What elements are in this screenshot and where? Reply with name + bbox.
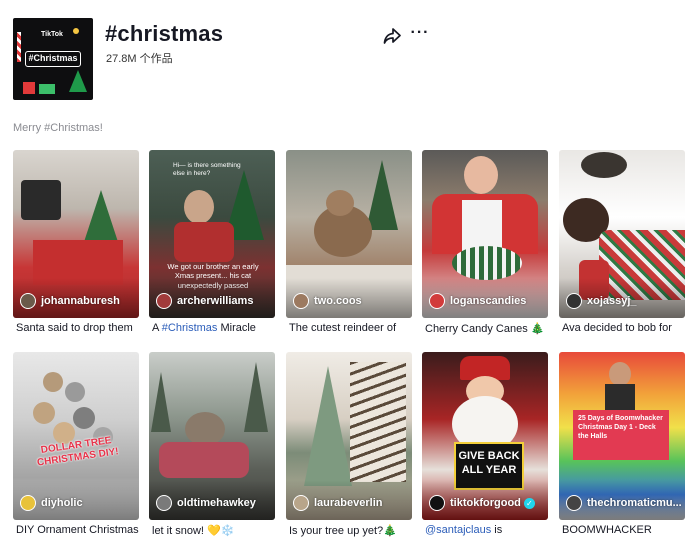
video-author[interactable]: tiktokforgood ✓ [429, 494, 535, 512]
share-icon [383, 28, 401, 44]
caption-text: A [152, 322, 162, 334]
author-avatar [566, 495, 582, 511]
author-name: thechromaticmu... [587, 497, 682, 509]
caption-hashtag[interactable]: #Christmas [162, 322, 218, 334]
video-overlay-text: 25 Days of Boomwhacker Christmas Day 1 -… [578, 415, 663, 441]
gift-icon [39, 84, 55, 94]
video-caption[interactable]: let it snow! 💛❄️ [152, 524, 278, 537]
author-name: tiktokforgood [450, 497, 521, 509]
video-overlay-text: DOLLAR TREE CHRISTMAS DIY! [36, 435, 120, 469]
video-thumbnail[interactable]: two.coos [286, 150, 412, 318]
video-author[interactable]: xojassyj_ [566, 292, 637, 310]
author-name: two.coos [314, 295, 362, 307]
hashtag-title: #christmas [105, 21, 224, 46]
ornament-icon [73, 28, 79, 34]
author-avatar [20, 293, 36, 309]
video-caption[interactable]: DIY Ornament Christmas [16, 524, 142, 536]
author-name: oldtimehawkey [177, 497, 256, 509]
author-name: laurabeverlin [314, 497, 383, 509]
video-thumbnail[interactable]: oldtimehawkey [149, 352, 275, 520]
video-author[interactable]: archerwilliams [156, 292, 253, 310]
video-thumbnail[interactable]: 25 Days of Boomwhacker Christmas Day 1 -… [559, 352, 685, 520]
video-caption[interactable]: The cutest reindeer of [289, 322, 415, 334]
video-caption[interactable]: Is your tree up yet?🎄 [289, 524, 415, 537]
video-thumbnail[interactable]: johannaburesh [13, 150, 139, 318]
video-caption[interactable]: Ava decided to bob for [562, 322, 688, 334]
video-author[interactable]: oldtimehawkey [156, 494, 256, 512]
author-avatar [429, 293, 445, 309]
video-author[interactable]: thechromaticmu... [566, 494, 682, 512]
video-author[interactable]: diyholic [20, 494, 83, 512]
author-name: johannaburesh [41, 295, 120, 307]
video-thumbnail[interactable]: GIVE BACK ALL YEAR tiktokforgood ✓ [422, 352, 548, 520]
video-caption[interactable]: Santa said to drop them [16, 322, 142, 334]
video-caption[interactable]: BOOMWHACKER [562, 524, 688, 536]
author-name: archerwilliams [177, 295, 254, 307]
author-avatar [429, 495, 445, 511]
gift-icon [23, 82, 35, 94]
author-avatar [156, 495, 172, 511]
more-button[interactable]: ··· [409, 25, 431, 46]
video-thumbnail[interactable]: xojassyj_ [559, 150, 685, 318]
video-caption[interactable]: Cherry Candy Canes 🎄 [425, 322, 551, 335]
tiktok-logo: TikTok [41, 31, 63, 38]
video-thumbnail[interactable]: laurabeverlin [286, 352, 412, 520]
candy-cane-icon [17, 32, 21, 62]
share-button[interactable] [382, 26, 402, 46]
video-thumbnail[interactable]: DOLLAR TREE CHRISTMAS DIY! diyholic [13, 352, 139, 520]
author-name: loganscandies [450, 295, 527, 307]
video-author[interactable]: johannaburesh [20, 292, 120, 310]
hashtag-description: Merry #Christmas! [13, 122, 103, 134]
author-avatar [20, 495, 36, 511]
video-overlay-text: GIVE BACK ALL YEAR [458, 450, 520, 476]
author-name: diyholic [41, 497, 83, 509]
author-name: xojassyj_ [587, 295, 637, 307]
video-count: 27.8M 个作品 [106, 53, 173, 65]
hashtag-avatar-tag: #Christmas [25, 51, 81, 67]
caption-text: Miracle [217, 322, 256, 334]
video-thumbnail[interactable]: loganscandies [422, 150, 548, 318]
author-avatar [293, 495, 309, 511]
video-caption[interactable]: @santajclaus is [425, 524, 551, 536]
caption-text: is [491, 524, 503, 536]
verified-badge-icon: ✓ [523, 497, 535, 509]
tree-icon [69, 70, 87, 92]
caption-mention[interactable]: @santajclaus [425, 524, 491, 536]
video-caption[interactable]: A #Christmas Miracle [152, 322, 278, 334]
video-author[interactable]: laurabeverlin [293, 494, 382, 512]
author-avatar [566, 293, 582, 309]
video-author[interactable]: loganscandies [429, 292, 526, 310]
hashtag-header: TikTok #Christmas #christmas 27.8M 个作品 ·… [13, 18, 679, 102]
video-thumbnail[interactable]: Hi— is there something else in here? We … [149, 150, 275, 318]
author-avatar [156, 293, 172, 309]
hashtag-avatar: TikTok #Christmas [13, 18, 93, 100]
video-overlay-top: Hi— is there something else in here? [173, 162, 241, 177]
video-author[interactable]: two.coos [293, 292, 362, 310]
author-avatar [293, 293, 309, 309]
